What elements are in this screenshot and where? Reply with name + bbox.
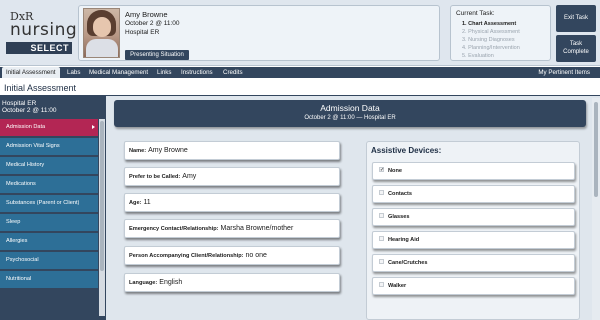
sidebar-header: Hospital ER October 2 @ 11:00 [2, 100, 57, 114]
name-value: Amy Browne [148, 147, 188, 154]
task-complete-button[interactable]: Task Complete [556, 35, 596, 62]
logo-nursing: nursing [10, 20, 78, 40]
logo-select: SELECT [30, 43, 69, 53]
checkbox-icon[interactable] [379, 213, 384, 219]
admission-data-banner: Admission Data October 2 @ 11:00 — Hospi… [114, 100, 586, 127]
exit-task-button[interactable]: Exit Task [556, 5, 596, 32]
tab-credits[interactable]: Credits [219, 67, 247, 78]
task-complete-line1: Task [569, 41, 583, 47]
person-accompanying-value: no one [245, 252, 267, 259]
checkbox-checked-icon[interactable]: ✓ [379, 167, 384, 173]
logo-select-bar: SELECT [6, 42, 72, 54]
device-option-none[interactable]: ✓ None [372, 162, 575, 180]
device-option-walker[interactable]: Walker [372, 277, 575, 295]
sidebar: Hospital ER October 2 @ 11:00 Admission … [0, 96, 106, 320]
task-complete-line2: Complete [563, 49, 589, 55]
sidebar-item-nutritional[interactable]: Nutritional [0, 271, 98, 290]
presenting-situation-button[interactable]: Presenting Situation [125, 50, 189, 60]
task-list: 1. Chart Assessment 2. Physical Assessme… [462, 20, 520, 60]
checkbox-icon[interactable] [379, 259, 384, 265]
patient-date: October 2 @ 11:00 [125, 20, 180, 27]
checkbox-icon[interactable] [379, 190, 384, 196]
device-option-hearing-aid[interactable]: Hearing Aid [372, 231, 575, 249]
patient-card: Amy Browne October 2 @ 11:00 Hospital ER… [78, 5, 440, 61]
task-item: 1. Chart Assessment [462, 21, 517, 27]
sidebar-location: Hospital ER [2, 100, 37, 107]
device-option-contacts[interactable]: Contacts [372, 185, 575, 203]
app-header: DxR nursing SELECT Amy Browne October 2 … [0, 0, 600, 66]
sidebar-menu: Admission Data Admission Vital Signs Med… [0, 119, 98, 290]
preferred-name-value: Amy [182, 173, 197, 180]
patient-name: Amy Browne [125, 10, 168, 19]
task-item: 5. Evaluation [462, 53, 494, 59]
tab-links[interactable]: Links [153, 67, 175, 78]
sidebar-item-psychosocial[interactable]: Psychosocial [0, 252, 98, 271]
sidebar-item-sleep[interactable]: Sleep [0, 214, 98, 233]
dxr-nursing-logo: DxR nursing SELECT [6, 9, 77, 57]
checkbox-icon[interactable] [379, 236, 384, 242]
device-option-cane-crutches[interactable]: Cane/Crutches [372, 254, 575, 272]
task-item: 3. Nursing Diagnoses [462, 37, 515, 43]
age-field: Age: 11 [124, 193, 340, 212]
main-scrollbar[interactable] [592, 98, 600, 320]
sidebar-scrollbar[interactable] [99, 119, 105, 316]
patient-location: Hospital ER [125, 29, 160, 36]
name-field: Name: Amy Browne [124, 141, 340, 160]
tab-initial-assessment[interactable]: Initial Assessment [2, 67, 60, 78]
language-field: Language: English [124, 273, 340, 292]
page-title: Initial Assessment [4, 83, 77, 93]
sidebar-item-substances[interactable]: Substances (Parent or Client) [0, 195, 98, 214]
sidebar-item-admission-vital-signs[interactable]: Admission Vital Signs [0, 138, 98, 157]
checkbox-icon[interactable] [379, 282, 384, 288]
sidebar-date: October 2 @ 11:00 [2, 107, 57, 114]
sidebar-item-medical-history[interactable]: Medical History [0, 157, 98, 176]
emergency-contact-field: Emergency Contact/Relationship: Marsha Br… [124, 219, 340, 238]
tab-instructions[interactable]: Instructions [177, 67, 217, 78]
sidebar-item-allergies[interactable]: Allergies [0, 233, 98, 252]
emergency-contact-value: Marsha Browne/mother [220, 225, 294, 232]
preferred-name-field: Prefer to be Called: Amy [124, 167, 340, 186]
sidebar-item-medications[interactable]: Medications [0, 176, 98, 195]
current-task-title: Current Task: [456, 10, 495, 17]
person-accompanying-field: Person Accompanying Client/Relationship:… [124, 246, 340, 265]
assistive-devices-panel: Assistive Devices: ✓ None Contacts Glasse… [366, 141, 580, 320]
device-option-glasses[interactable]: Glasses [372, 208, 575, 226]
admission-subtitle: October 2 @ 11:00 — Hospital ER [304, 115, 396, 121]
assistive-devices-title: Assistive Devices: [371, 146, 442, 155]
task-item: 4. Planning/Intervention [462, 45, 520, 51]
main-nav: Initial Assessment Labs Medical Manageme… [0, 67, 600, 78]
patient-photo [83, 8, 120, 58]
sidebar-item-admission-data[interactable]: Admission Data [0, 119, 98, 138]
my-pertinent-items-link[interactable]: My Pertinent Items [538, 67, 590, 78]
current-task-card: Current Task: 1. Chart Assessment 2. Phy… [450, 5, 551, 61]
admission-title: Admission Data [320, 103, 380, 113]
age-value: 11 [143, 199, 151, 206]
language-value: English [159, 279, 183, 286]
tab-labs[interactable]: Labs [63, 67, 84, 78]
task-item: 2. Physical Assessment [462, 29, 520, 35]
tab-medical-management[interactable]: Medical Management [85, 67, 152, 78]
